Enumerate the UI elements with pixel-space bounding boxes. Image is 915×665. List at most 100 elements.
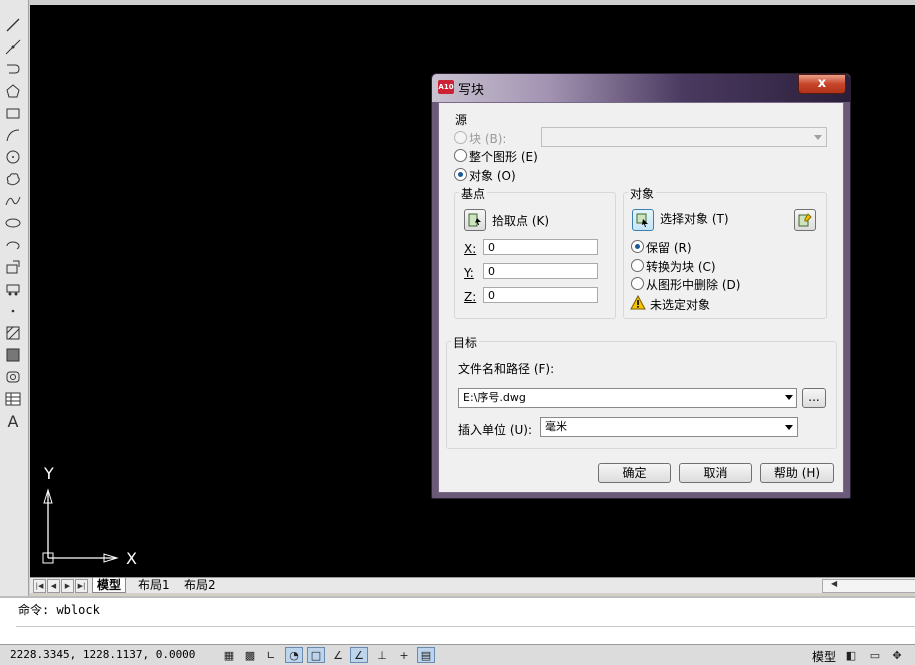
tab-model[interactable]: 模型 [92,578,127,593]
gradient-icon[interactable] [3,346,23,364]
insert-block-icon[interactable] [3,258,23,276]
polygon-icon[interactable] [3,82,23,100]
ellipse-arc-icon[interactable] [3,236,23,254]
infer-constraints-icon[interactable]: ▦ [220,647,238,663]
multiline-text-icon[interactable]: A [3,412,23,431]
ucs-x-label: X [126,549,137,568]
block-label: 块 (B): [469,132,507,146]
retain-label: 保留 (R) [646,241,692,255]
entire-drawing-label: 整个图形 (E) [469,150,538,164]
delete-from-drawing-radio[interactable] [631,277,644,290]
ortho-mode-icon[interactable]: ∟ [262,647,280,663]
convert-to-block-label: 转换为块 (C) [646,260,716,274]
scroll-left-icon[interactable]: ◀ [831,579,837,588]
circle-icon[interactable] [3,148,23,166]
revision-cloud-icon[interactable] [3,170,23,188]
spline-icon[interactable] [3,192,23,210]
dialog-title: 写块 [458,83,485,98]
arc-icon[interactable] [3,126,23,144]
line-tool-icon[interactable] [3,16,23,34]
x-coordinate-label: X: [464,242,477,256]
entire-drawing-radio[interactable] [454,149,467,162]
tab-layout2[interactable]: 布局2 [180,578,220,592]
pick-point-icon [468,213,481,227]
block-name-combo[interactable] [541,127,827,147]
delete-from-drawing-label: 从图形中删除 (D) [646,278,741,292]
ok-button[interactable]: 确定 [598,463,671,483]
draw-toolbar: A [0,0,29,598]
polar-tracking-icon[interactable]: ◔ [285,647,303,663]
objects-label: 对象 (O) [469,169,516,183]
point-icon[interactable] [3,302,23,320]
lineweight-icon[interactable]: ▤ [417,647,435,663]
otrack-icon[interactable]: ∠ [350,647,368,663]
quick-view-layouts-icon[interactable]: ◧ [842,647,860,663]
pick-point-button[interactable] [464,209,486,231]
construction-line-icon[interactable] [3,38,23,56]
first-tab-icon[interactable]: |◀ [33,579,46,593]
command-input[interactable] [16,628,915,644]
ucs-y-label: Y [44,464,54,483]
z-coordinate-field[interactable]: 0 [483,287,598,303]
quick-select-button[interactable] [794,209,816,231]
select-objects-button[interactable] [632,209,654,231]
command-history-line: 命令: wblock [18,603,100,617]
pick-point-label: 拾取点 (K) [492,214,550,228]
no-objects-selected-warning: 未选定对象 [650,298,711,312]
help-button[interactable]: 帮助 (H) [760,463,834,483]
block-radio[interactable] [454,131,467,144]
model-space-label[interactable]: 模型 [812,648,836,665]
x-coordinate-field[interactable]: 0 [483,239,598,255]
insert-units-combo[interactable]: 毫米 [540,417,798,437]
tab-layout1[interactable]: 布局1 [134,578,174,592]
cancel-button[interactable]: 取消 [679,463,752,483]
coordinate-readout: 2228.3345, 1228.1137, 0.0000 [10,648,196,661]
warning-icon [630,295,646,310]
dynamic-input-icon[interactable]: + [395,647,413,663]
select-objects-icon [636,213,648,227]
region-icon[interactable] [3,368,23,386]
make-block-icon[interactable] [3,280,23,298]
next-tab-icon[interactable]: ▶ [61,579,74,593]
command-separator [16,626,915,627]
objects-group-label: 对象 [628,185,657,202]
retain-radio[interactable] [631,240,644,253]
source-label: 源 [455,113,468,127]
convert-to-block-radio[interactable] [631,259,644,272]
autocad-app-icon: A10 [438,80,454,94]
horizontal-scrollbar[interactable]: ◀ [822,579,915,593]
chevron-down-icon [814,135,822,140]
y-coordinate-field[interactable]: 0 [483,263,598,279]
layout-tabs-bar: |◀ ◀ ▶ ▶| 模型 布局1 布局2 ◀ [30,577,915,593]
insert-units-value: 毫米 [545,420,567,433]
close-button[interactable]: x [798,74,846,94]
file-path-combo[interactable]: E:\序号.dwg [458,388,797,408]
dialog-body: 源 块 (B): 整个图形 (E) 对象 (O) 基点 拾取点 (K) X: 0… [438,102,844,493]
hatch-icon[interactable] [3,324,23,342]
dialog-titlebar[interactable]: A10 写块 x [432,74,850,102]
insert-units-label: 插入单位 (U): [458,423,533,437]
destination-label: 目标 [451,334,480,351]
grid-display-icon[interactable]: ▩ [241,647,259,663]
select-objects-label: 选择对象 (T) [660,212,729,226]
pan-icon[interactable]: ✥ [888,647,906,663]
object-snap-icon[interactable]: □ [307,647,325,663]
quick-view-drawings-icon[interactable]: ▭ [866,647,884,663]
base-point-label: 基点 [459,185,488,202]
prev-tab-icon[interactable]: ◀ [47,579,60,593]
command-window[interactable]: 命令: wblock [0,596,915,646]
objects-radio[interactable] [454,168,467,181]
status-bar: 2228.3345, 1228.1137, 0.0000 ▦ ▩ ∟ ◔ □ ∠… [0,644,915,665]
polyline-icon[interactable] [3,60,23,78]
quick-select-icon [798,213,812,227]
browse-button[interactable]: ... [802,388,826,408]
last-tab-icon[interactable]: ▶| [75,579,88,593]
write-block-dialog: A10 写块 x 源 块 (B): 整个图形 (E) 对象 (O) 基点 拾取点… [431,73,851,499]
3d-osnap-icon[interactable]: ∠ [329,647,347,663]
y-coordinate-label: Y: [464,266,474,280]
dynamic-ucs-icon[interactable]: ⊥ [373,647,391,663]
ellipse-icon[interactable] [3,214,23,232]
rectangle-icon[interactable] [3,104,23,122]
table-icon[interactable] [3,390,23,408]
z-coordinate-label: Z: [464,290,477,304]
